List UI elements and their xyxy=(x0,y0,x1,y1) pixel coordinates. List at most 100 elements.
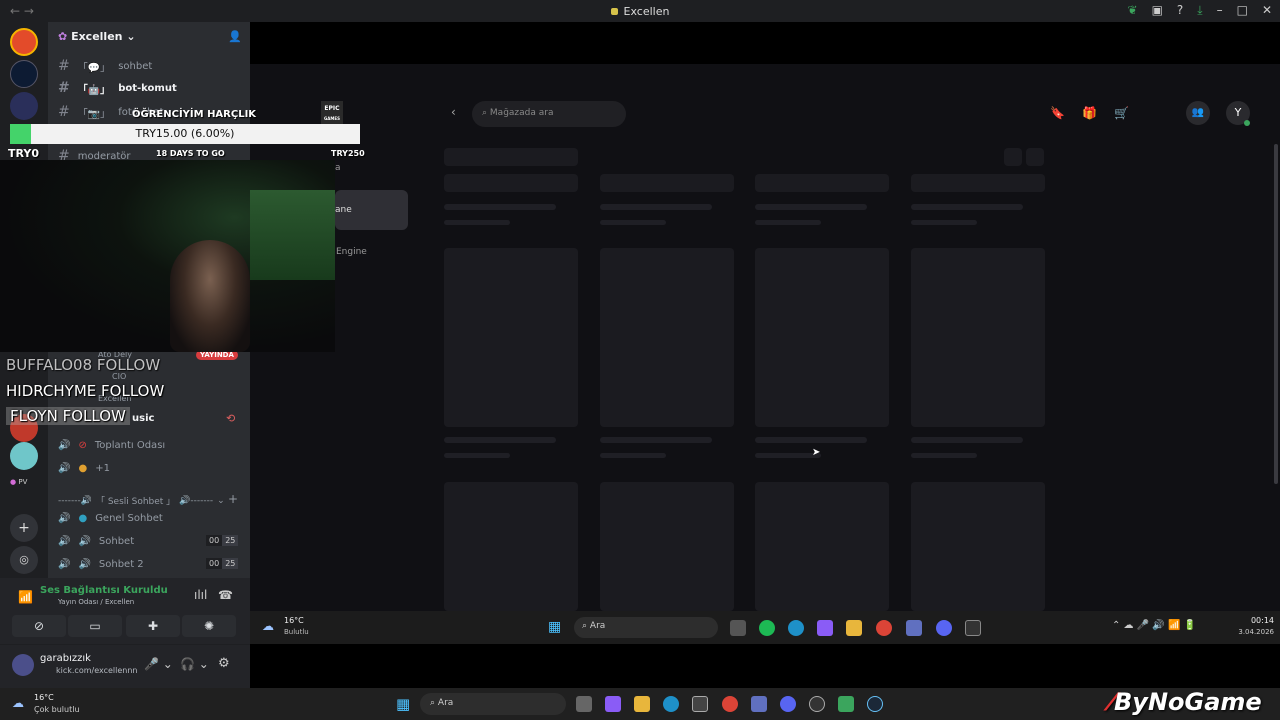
skeleton-line xyxy=(600,204,712,210)
activities-button[interactable]: ✚ xyxy=(126,615,180,637)
leaf-icon[interactable]: ❦ xyxy=(1128,3,1138,18)
server-icon-logo[interactable] xyxy=(10,60,38,88)
bynogame-watermark: ⁄ByNoGame xyxy=(1110,688,1262,716)
hash-icon: # xyxy=(58,80,70,96)
hash-icon: # xyxy=(58,58,70,74)
voice-channel-sohbet2[interactable]: 🔊 🔊 Sohbet 2 xyxy=(58,559,144,570)
steam-icon[interactable] xyxy=(867,696,883,712)
windows-start-icon[interactable]: ▦ xyxy=(548,619,561,635)
copilot-icon[interactable] xyxy=(817,620,833,636)
add-server-icon[interactable]: + xyxy=(10,514,38,542)
sidebar-partial-text: a xyxy=(335,163,341,173)
no-entry-icon: ⊘ xyxy=(78,440,87,451)
epic-window-header xyxy=(250,22,1280,64)
search-input[interactable]: ⌕ Mağazada ara xyxy=(472,101,626,127)
gift-icon[interactable]: 🎁 xyxy=(1082,106,1097,120)
edge-icon[interactable] xyxy=(663,696,679,712)
back-icon[interactable]: ‹ xyxy=(451,105,456,119)
window-title: Excellen xyxy=(623,4,670,18)
inbox-icon[interactable]: ▣ xyxy=(1152,3,1163,18)
user-limit: 00 25 xyxy=(206,558,239,569)
discord-icon[interactable] xyxy=(780,696,796,712)
scrollbar[interactable] xyxy=(1274,144,1278,484)
signal-icon: 📶 xyxy=(18,590,33,604)
explorer-icon[interactable] xyxy=(846,620,862,636)
inner-search-box[interactable]: ⌕ Ara xyxy=(574,617,718,638)
voice-channel-genel[interactable]: 🔊 ● Genel Sohbet xyxy=(58,513,163,524)
voice-channel-toplanti[interactable]: 🔊 ⊘ Toplantı Odası xyxy=(58,440,165,451)
skeleton-card xyxy=(444,482,578,611)
add-member-icon[interactable]: 👤 xyxy=(228,30,242,43)
chrome-icon[interactable] xyxy=(876,620,892,636)
download-icon[interactable]: ⤓ xyxy=(1197,3,1202,18)
friends-icon[interactable]: 👥 xyxy=(1186,101,1210,125)
camera-off-button[interactable]: ⊘ xyxy=(12,615,66,637)
screen-share-button[interactable]: ▭ xyxy=(68,615,122,637)
skeleton-line xyxy=(911,437,1023,443)
pv-server[interactable]: ● PV xyxy=(10,478,27,486)
goal-min: TRY0 xyxy=(8,147,39,160)
title-bar: ← → Excellen ❦ ▣ ? ⤓ – □ ✕ xyxy=(0,0,1280,22)
chrome-icon[interactable] xyxy=(722,696,738,712)
voice-status-title[interactable]: Ses Bağlantısı Kuruldu xyxy=(40,585,168,596)
copilot-icon[interactable] xyxy=(605,696,621,712)
maximize-icon[interactable]: □ xyxy=(1237,3,1248,18)
back-forward-nav[interactable]: ← → xyxy=(10,4,40,18)
voice-status-sub[interactable]: Yayın Odası / Excellen xyxy=(58,598,134,606)
skeleton-line xyxy=(600,220,666,225)
webcam-window-light xyxy=(250,190,335,280)
soundboard-icon[interactable]: ılıl xyxy=(194,588,207,602)
voice-category[interactable]: -------🔊 「 Sesli Sohbet 」 🔊------- ⌄ xyxy=(58,494,225,508)
music-channel[interactable]: usic xyxy=(132,413,154,424)
taskbar-search-box[interactable]: ⌕ Ara xyxy=(420,693,566,715)
server-icon-anime[interactable] xyxy=(10,442,38,470)
avatar[interactable] xyxy=(12,654,34,676)
obs-icon[interactable] xyxy=(809,696,825,712)
discord-icon[interactable] xyxy=(936,620,952,636)
minimize-icon[interactable]: – xyxy=(1217,3,1223,18)
disconnect-icon[interactable]: ☎ xyxy=(218,588,233,602)
follow-alert: BUFFALO08 FOLLOW xyxy=(6,356,161,374)
channel-bot-komut[interactable]: # 「🤖」 bot-komut xyxy=(58,80,177,96)
edge-icon[interactable] xyxy=(788,620,804,636)
game-icon[interactable] xyxy=(751,696,767,712)
wishlist-icon[interactable]: 🔖 xyxy=(1050,106,1065,120)
inner-taskbar: ☁ 16°C Bulutlu ▦ ⌕ Ara ⌃ ☁ 🎤 🔊 📶 🔋 00:14… xyxy=(250,611,1280,644)
speaker-icon: 🔊 xyxy=(58,513,71,524)
speaker-icon: 🔊 xyxy=(58,536,71,547)
server-header[interactable]: ✿ Excellen ⌄ xyxy=(58,30,136,43)
cube-icon[interactable] xyxy=(838,696,854,712)
spotify-icon[interactable] xyxy=(759,620,775,636)
store-icon[interactable] xyxy=(692,696,708,712)
username[interactable]: garabızzık xyxy=(40,653,91,664)
voice-status-panel: 📶 Ses Bağlantısı Kuruldu Yayın Odası / E… xyxy=(0,578,250,644)
online-dot xyxy=(1244,120,1250,126)
soundboard-button[interactable]: ✺ xyxy=(182,615,236,637)
settings-icon[interactable]: ⚙ xyxy=(218,656,230,671)
tray-icons[interactable]: ⌃ ☁ 🎤 🔊 📶 🔋 xyxy=(1112,620,1196,631)
cart-icon[interactable]: 🛒 xyxy=(1114,106,1129,120)
epic-icon[interactable] xyxy=(965,620,981,636)
headphones-icon[interactable]: 🎧 ⌄ xyxy=(180,657,209,671)
voice-channel-plus1[interactable]: 🔊 ● +1 xyxy=(58,463,110,474)
channel-sohbet[interactable]: # 「💬」 sohbet xyxy=(58,58,152,74)
help-icon[interactable]: ? xyxy=(1177,3,1183,18)
close-icon[interactable]: ✕ xyxy=(1262,3,1272,18)
add-channel-icon[interactable]: + xyxy=(228,492,238,506)
voice-channel-sohbet[interactable]: 🔊 🔊 Sohbet xyxy=(58,536,134,547)
game-icon[interactable] xyxy=(906,620,922,636)
skeleton-line xyxy=(444,220,510,225)
explorer-icon[interactable] xyxy=(634,696,650,712)
skeleton-tab xyxy=(444,174,578,192)
server-icon-red[interactable] xyxy=(10,28,38,56)
taskview-icon[interactable] xyxy=(576,696,592,712)
mic-icon[interactable]: 🎤 ⌄ xyxy=(144,657,173,671)
goal-bar: TRY15.00 (6.00%) xyxy=(10,124,360,144)
search-icon: ⌕ xyxy=(482,108,488,118)
taskview-icon[interactable] xyxy=(730,620,746,636)
discover-icon[interactable]: ◎ xyxy=(10,546,38,574)
donation-goal-overlay: ÖĞRENCİYİM HARÇLIK TRY15.00 (6.00%) TRY0… xyxy=(0,98,365,160)
sidebar-partial-text: Engine xyxy=(336,247,367,257)
windows-start-icon[interactable]: ▦ xyxy=(396,695,410,713)
cloud-icon: ☁ xyxy=(12,696,24,710)
